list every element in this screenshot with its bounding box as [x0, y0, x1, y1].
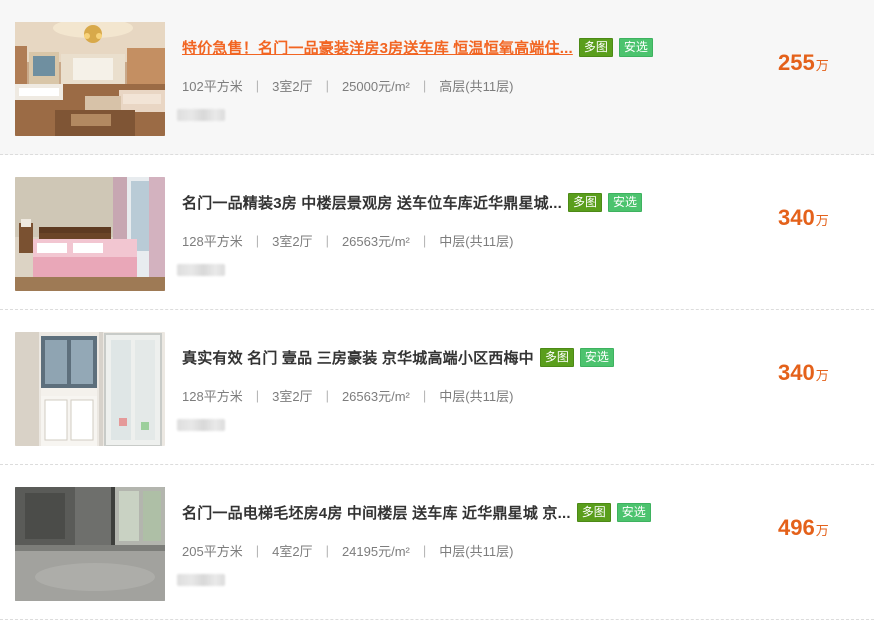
verified-badge: 安选: [616, 502, 651, 522]
divider: |: [255, 388, 260, 403]
listing-price: 340万: [778, 360, 829, 386]
listing-layout: 3室2厅: [272, 234, 313, 249]
listing-title-row: 名门一品精装3房 中楼层景观房 送车位车库近华鼎星城... 多图 安选: [182, 191, 643, 213]
listing-floor: 中层(共11层): [439, 544, 514, 559]
divider: |: [422, 233, 427, 248]
listing-item[interactable]: 特价急售！名门一品豪装洋房3房送车库 恒温恒氧高端住... 多图 安选 102平…: [0, 0, 874, 155]
listing-unit-price: 26563元/m²: [341, 234, 410, 249]
divider: |: [255, 543, 260, 558]
listing-layout: 3室2厅: [272, 79, 313, 94]
listing-area: 205平方米: [182, 544, 243, 559]
multi-photo-badge: 多图: [539, 347, 574, 367]
listing-title-link[interactable]: 名门一品电梯毛坯房4房 中间楼层 送车库 近华鼎星城 京...: [182, 502, 571, 523]
listing-info: 205平方米 | 4室2厅 | 24195元/m² | 中层(共11层): [182, 541, 513, 560]
listing-title-row: 名门一品电梯毛坯房4房 中间楼层 送车库 近华鼎星城 京... 多图 安选: [182, 501, 651, 523]
listing-title-link[interactable]: 名门一品精装3房 中楼层景观房 送车位车库近华鼎星城...: [182, 192, 562, 213]
blurred-agent-info: [177, 264, 225, 276]
listing-title-row: 真实有效 名门 壹品 三房豪装 京华城高端小区西梅中 多图 安选: [182, 346, 614, 368]
verified-badge: 安选: [608, 192, 643, 212]
divider: |: [422, 543, 427, 558]
listing-item[interactable]: 真实有效 名门 壹品 三房豪装 京华城高端小区西梅中 多图 安选 128平方米 …: [0, 310, 874, 465]
divider: |: [255, 78, 260, 93]
price-unit: 万: [815, 523, 829, 538]
listing-layout: 3室2厅: [272, 389, 313, 404]
blurred-agent-info: [177, 419, 225, 431]
listing-price: 255万: [778, 50, 829, 76]
divider: |: [325, 233, 329, 248]
multi-photo-badge: 多图: [567, 192, 602, 212]
price-unit: 万: [815, 58, 829, 73]
blurred-agent-info: [177, 109, 225, 121]
listing-photo-kitchen[interactable]: [15, 332, 165, 446]
listing-info: 128平方米 | 3室2厅 | 26563元/m² | 中层(共11层): [182, 231, 513, 250]
listing-list: 特价急售！名门一品豪装洋房3房送车库 恒温恒氧高端住... 多图 安选 102平…: [0, 0, 874, 620]
divider: |: [325, 78, 329, 93]
divider: |: [325, 543, 329, 558]
price-value: 340: [778, 360, 815, 385]
verified-badge: 安选: [618, 37, 653, 57]
listing-floor: 中层(共11层): [439, 234, 514, 249]
listing-photo-bedroom[interactable]: [15, 177, 165, 291]
price-unit: 万: [815, 368, 829, 383]
listing-info: 102平方米 | 3室2厅 | 25000元/m² | 高层(共11层): [182, 76, 513, 95]
listing-info: 128平方米 | 3室2厅 | 26563元/m² | 中层(共11层): [182, 386, 513, 405]
price-value: 496: [778, 515, 815, 540]
listing-title-link[interactable]: 特价急售！名门一品豪装洋房3房送车库 恒温恒氧高端住...: [182, 37, 573, 58]
listing-price: 340万: [778, 205, 829, 231]
listing-photo-living-room[interactable]: [15, 22, 165, 136]
listing-unit-price: 26563元/m²: [341, 389, 410, 404]
divider: |: [325, 388, 329, 403]
listing-unit-price: 25000元/m²: [341, 79, 410, 94]
divider: |: [422, 78, 427, 93]
listing-price: 496万: [778, 515, 829, 541]
listing-title-link[interactable]: 真实有效 名门 壹品 三房豪装 京华城高端小区西梅中: [182, 347, 534, 368]
listing-floor: 中层(共11层): [439, 389, 514, 404]
listing-title-row: 特价急售！名门一品豪装洋房3房送车库 恒温恒氧高端住... 多图 安选: [182, 36, 653, 58]
listing-area: 128平方米: [182, 389, 243, 404]
divider: |: [255, 233, 260, 248]
listing-item[interactable]: 名门一品电梯毛坯房4房 中间楼层 送车库 近华鼎星城 京... 多图 安选 20…: [0, 465, 874, 620]
price-unit: 万: [815, 213, 829, 228]
divider: |: [422, 388, 427, 403]
blurred-agent-info: [177, 574, 225, 586]
listing-unit-price: 24195元/m²: [341, 544, 410, 559]
verified-badge: 安选: [579, 347, 614, 367]
listing-area: 128平方米: [182, 234, 243, 249]
multi-photo-badge: 多图: [578, 37, 613, 57]
listing-photo-unfinished-room[interactable]: [15, 487, 165, 601]
listing-item[interactable]: 名门一品精装3房 中楼层景观房 送车位车库近华鼎星城... 多图 安选 128平…: [0, 155, 874, 310]
price-value: 255: [778, 50, 815, 75]
listing-layout: 4室2厅: [272, 544, 313, 559]
multi-photo-badge: 多图: [576, 502, 611, 522]
price-value: 340: [778, 205, 815, 230]
listing-floor: 高层(共11层): [439, 79, 514, 94]
listing-area: 102平方米: [182, 79, 243, 94]
